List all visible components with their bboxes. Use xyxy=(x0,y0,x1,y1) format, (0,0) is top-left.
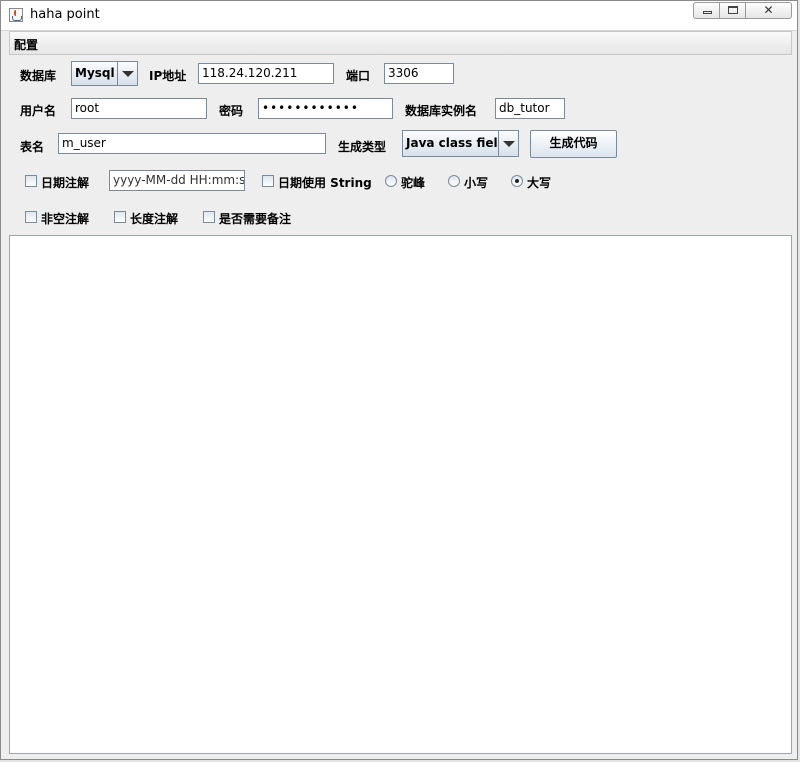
uppercase-label: 大写 xyxy=(527,176,552,190)
length-annotation-checkbox[interactable] xyxy=(114,211,126,223)
lowercase-label: 小写 xyxy=(464,176,489,190)
port-label: 端口 xyxy=(346,69,371,83)
length-annotation-label: 长度注解 xyxy=(130,212,179,226)
camel-case-label: 驼峰 xyxy=(401,176,426,190)
generate-code-button[interactable]: 生成代码 xyxy=(530,130,617,158)
table-name-input[interactable]: m_user xyxy=(58,133,326,154)
password-label: 密码 xyxy=(219,104,244,118)
database-label: 数据库 xyxy=(20,69,57,83)
lowercase-radio[interactable] xyxy=(448,175,460,187)
window-controls: ✕ xyxy=(693,2,792,20)
minimize-button[interactable] xyxy=(693,2,720,19)
port-input[interactable]: 3306 xyxy=(384,63,454,84)
database-select[interactable]: Mysql xyxy=(71,61,138,86)
window-title: haha point xyxy=(30,7,100,22)
db-instance-label: 数据库实例名 xyxy=(405,104,478,118)
table-name-label: 表名 xyxy=(20,140,45,154)
password-input[interactable]: •••••••••••• xyxy=(258,98,393,119)
close-icon: ✕ xyxy=(763,3,774,17)
menu-bar: 配置 xyxy=(9,31,792,55)
generate-type-select[interactable]: Java class field xyxy=(402,130,519,157)
maximize-button[interactable] xyxy=(720,2,746,19)
generate-type-label: 生成类型 xyxy=(338,140,387,154)
database-select-value: Mysql xyxy=(75,66,115,80)
username-label: 用户名 xyxy=(20,104,57,118)
title-bar: haha point ✕ xyxy=(1,1,797,31)
ip-label: IP地址 xyxy=(149,69,187,83)
menu-config[interactable]: 配置 xyxy=(14,36,38,53)
ip-input[interactable]: 118.24.120.211 xyxy=(198,63,334,84)
app-window: haha point ✕ 配置 数据库 Mysql IP地址 118.24.12… xyxy=(0,0,798,760)
generate-type-value: Java class field xyxy=(406,136,498,150)
need-remark-checkbox[interactable] xyxy=(203,211,215,223)
close-button[interactable]: ✕ xyxy=(746,2,792,19)
date-format-input[interactable]: yyyy-MM-dd HH:mm:ss xyxy=(109,170,245,191)
not-null-annotation-label: 非空注解 xyxy=(41,212,90,226)
need-remark-label: 是否需要备注 xyxy=(219,212,292,226)
camel-case-radio[interactable] xyxy=(385,175,397,187)
username-input[interactable]: root xyxy=(71,98,207,119)
output-textarea[interactable] xyxy=(9,235,792,754)
chevron-down-icon[interactable] xyxy=(117,62,137,85)
date-annotation-checkbox[interactable] xyxy=(25,175,37,187)
db-instance-input[interactable]: db_tutor xyxy=(495,98,565,119)
java-cup-icon xyxy=(9,8,23,22)
minimize-icon xyxy=(703,11,712,14)
date-use-string-label: 日期使用 String xyxy=(278,176,372,190)
uppercase-radio[interactable] xyxy=(511,175,523,187)
date-annotation-label: 日期注解 xyxy=(41,176,90,190)
maximize-icon xyxy=(728,6,738,14)
date-use-string-checkbox[interactable] xyxy=(262,175,274,187)
chevron-down-icon[interactable] xyxy=(498,131,518,156)
not-null-annotation-checkbox[interactable] xyxy=(25,211,37,223)
